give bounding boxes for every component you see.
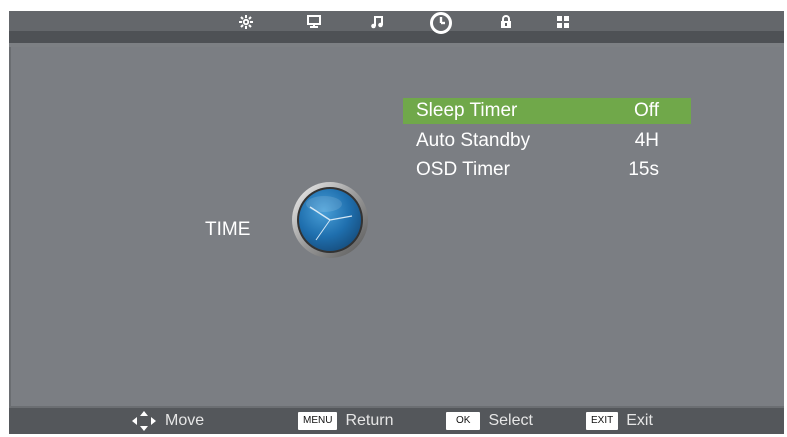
- help-move: Move: [131, 409, 204, 433]
- tv-osd-screen: TIME Sleep Timer Off Auto Standby 4H OSD…: [9, 11, 784, 434]
- clock-icon[interactable]: [427, 11, 455, 35]
- menu-tab-bar: [9, 11, 784, 43]
- menu-item-osd-timer[interactable]: OSD Timer 15s: [403, 157, 691, 183]
- menu-item-value: Off: [634, 100, 659, 121]
- monitor-icon[interactable]: [302, 13, 326, 31]
- help-select-label: Select: [488, 412, 533, 429]
- ok-key-badge: OK: [446, 412, 481, 430]
- grid-icon[interactable]: [551, 13, 575, 31]
- menu-item-sleep-timer[interactable]: Sleep Timer Off: [403, 98, 691, 124]
- lock-icon[interactable]: [494, 13, 518, 31]
- clock-illustration-icon: [290, 180, 370, 260]
- help-exit: EXIT Exit: [586, 409, 653, 433]
- help-bar-divider: [9, 406, 784, 408]
- help-move-label: Move: [165, 412, 205, 429]
- tab-bar-bottom: [9, 31, 784, 43]
- menu-key-badge: MENU: [298, 412, 338, 430]
- music-icon[interactable]: [365, 13, 389, 31]
- picture-icon[interactable]: [234, 13, 258, 31]
- tab-bar-top: [9, 11, 784, 31]
- exit-key-badge: EXIT: [586, 412, 619, 430]
- help-select: OK Select: [446, 409, 533, 433]
- help-return: MENU Return: [298, 409, 393, 433]
- menu-item-label: Auto Standby: [416, 130, 531, 151]
- move-arrows-icon: [131, 410, 157, 432]
- help-exit-label: Exit: [626, 412, 653, 429]
- left-edge-shadow: [9, 47, 11, 406]
- menu-item-auto-standby[interactable]: Auto Standby 4H: [403, 128, 691, 154]
- page-title: TIME: [205, 219, 251, 240]
- menu-item-label: Sleep Timer: [416, 100, 518, 121]
- help-return-label: Return: [345, 412, 394, 429]
- menu-item-label: OSD Timer: [416, 159, 510, 180]
- help-bar: Move MENU Return OK Select EXIT Exit: [9, 406, 784, 434]
- menu-item-value: 4H: [634, 130, 659, 151]
- menu-item-value: 15s: [628, 159, 659, 180]
